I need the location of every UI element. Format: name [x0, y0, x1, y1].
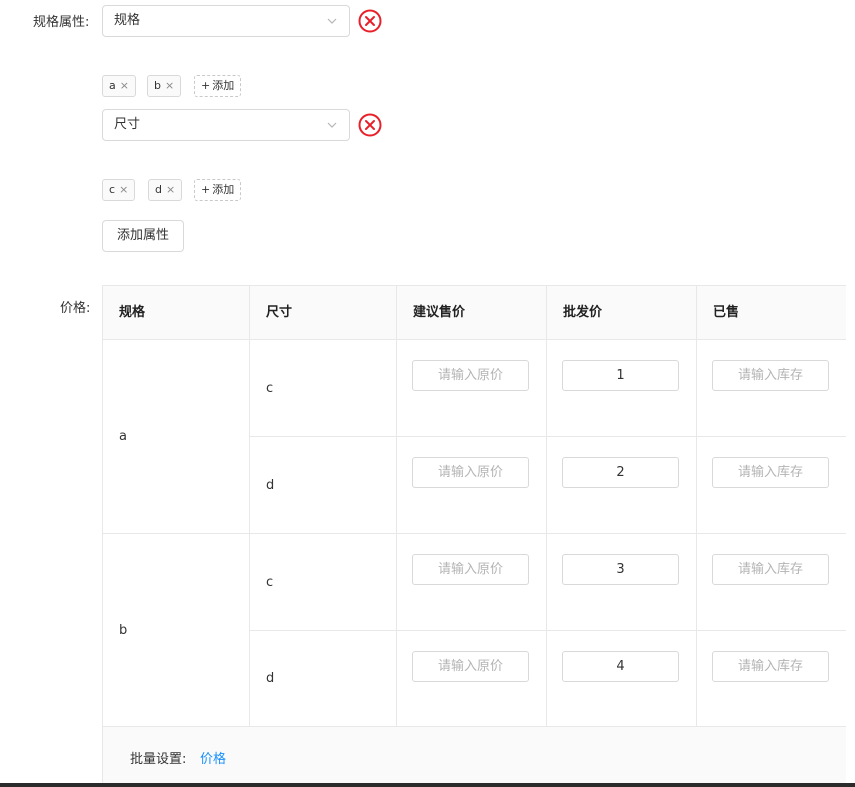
th-sold: 已售 [697, 286, 846, 340]
add-tag-label: 添加 [212, 183, 235, 196]
table-cell: 请输入库存 [697, 631, 846, 727]
suggested-price-input[interactable]: 请输入原价 [412, 457, 529, 488]
th-wholesale-price: 批发价 [547, 286, 697, 340]
table-cell: 请输入原价 [397, 437, 547, 534]
add-tag-button-1[interactable]: + 添加 [194, 75, 242, 97]
suggested-price-input[interactable]: 请输入原价 [412, 360, 529, 391]
add-attribute-button[interactable]: 添加属性 [102, 220, 185, 252]
wholesale-price-input[interactable]: 3 [562, 554, 679, 585]
spec-tag-label: a [109, 79, 116, 92]
spec-select-1-value: 规格 [114, 13, 141, 28]
spec-select-1[interactable]: 规格 [102, 5, 350, 37]
size-cell: c [250, 340, 397, 437]
table-cell: 请输入库存 [697, 437, 846, 534]
suggested-price-input[interactable]: 请输入原价 [412, 651, 529, 682]
add-tag-label: 添加 [212, 79, 235, 92]
sold-input[interactable]: 请输入库存 [712, 457, 829, 488]
product-spec-form: 规格属性: 规格 a × b × + 添加 尺寸 c × d × + 添加 添加… [0, 0, 855, 787]
plus-icon: + [201, 79, 211, 92]
spec-tag-d: d × [148, 179, 183, 201]
th-size: 尺寸 [250, 286, 397, 340]
spec-select-2-value: 尺寸 [114, 117, 141, 132]
table-cell: 3 [547, 534, 697, 631]
table-cell: 1 [547, 340, 697, 437]
table-cell: 请输入原价 [397, 534, 547, 631]
close-icon[interactable]: × [120, 76, 129, 96]
bottom-divider [0, 783, 855, 787]
size-cell: d [250, 631, 397, 727]
size-cell: d [250, 437, 397, 534]
close-icon[interactable]: × [166, 180, 175, 200]
batch-settings-row: 批量设置: 价格 [103, 727, 846, 787]
table-cell: 请输入原价 [397, 631, 547, 727]
close-icon[interactable]: × [165, 76, 174, 96]
sold-input[interactable]: 请输入库存 [712, 651, 829, 682]
spec-tag-b: b × [147, 75, 182, 97]
price-label: 价格: [60, 301, 91, 316]
wholesale-price-input[interactable]: 1 [562, 360, 679, 391]
spec-attributes-label: 规格属性: [33, 15, 90, 30]
spec-cell-b: b [103, 534, 250, 727]
chevron-down-icon [327, 122, 337, 128]
table-cell: 请输入库存 [697, 340, 846, 437]
table-cell: 请输入库存 [697, 534, 846, 631]
table-cell: 2 [547, 437, 697, 534]
wholesale-price-input[interactable]: 4 [562, 651, 679, 682]
remove-spec-1-icon[interactable] [358, 9, 382, 33]
sold-input[interactable]: 请输入库存 [712, 554, 829, 585]
size-cell: c [250, 534, 397, 631]
remove-spec-2-icon[interactable] [358, 113, 382, 137]
batch-settings-label: 批量设置: [130, 752, 187, 767]
th-suggested-price: 建议售价 [397, 286, 547, 340]
spec-tag-label: b [154, 79, 161, 92]
th-spec: 规格 [103, 286, 250, 340]
sold-input[interactable]: 请输入库存 [712, 360, 829, 391]
close-icon[interactable]: × [119, 180, 128, 200]
plus-icon: + [201, 183, 211, 196]
spec-tag-label: c [109, 183, 116, 196]
spec-tag-c: c × [102, 179, 136, 201]
add-tag-button-2[interactable]: + 添加 [194, 179, 242, 201]
chevron-down-icon [327, 18, 337, 24]
table-cell: 4 [547, 631, 697, 727]
table-cell: 请输入原价 [397, 340, 547, 437]
spec-tag-label: d [155, 183, 162, 196]
spec-cell-a: a [103, 340, 250, 534]
spec-tag-a: a × [102, 75, 136, 97]
price-table: 规格 尺寸 建议售价 批发价 已售 a c 请输入原价 1 请输入库存 d 请输… [102, 285, 846, 787]
batch-price-link[interactable]: 价格 [200, 748, 226, 767]
spec-select-2[interactable]: 尺寸 [102, 109, 350, 141]
suggested-price-input[interactable]: 请输入原价 [412, 554, 529, 585]
wholesale-price-input[interactable]: 2 [562, 457, 679, 488]
